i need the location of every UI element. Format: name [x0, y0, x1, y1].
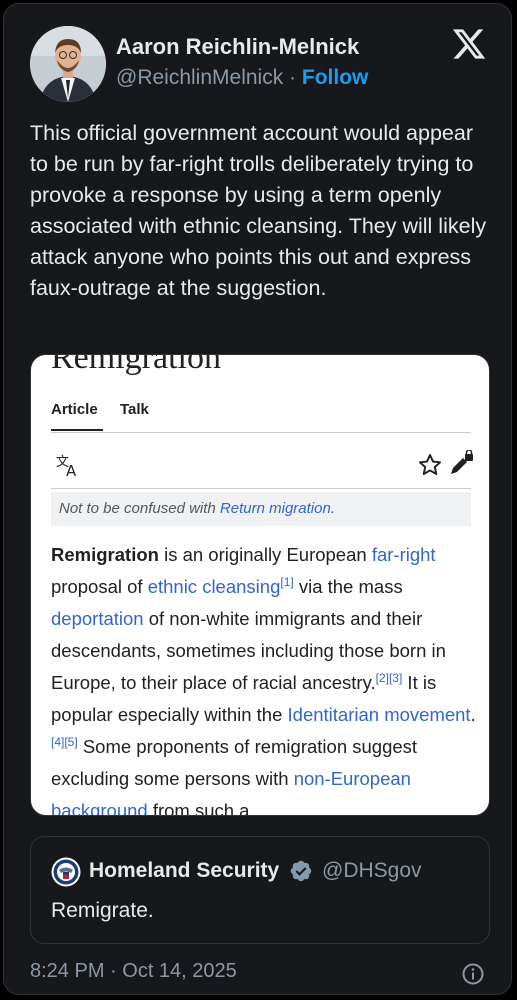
tweet-text: This official government account would a… [30, 121, 487, 300]
article-link: far-right [371, 544, 436, 565]
divider [51, 488, 471, 489]
active-tab-indicator [51, 429, 103, 431]
dhs-seal-icon [51, 857, 81, 887]
x-logo-icon[interactable] [451, 26, 487, 62]
svg-text:A: A [66, 462, 77, 479]
wiki-page-title: Remigration [51, 354, 221, 376]
author-name[interactable]: Aaron Reichlin-Melnick [116, 34, 359, 60]
tweet-timestamp[interactable]: 8:24 PM · Oct 14, 2025 [30, 960, 237, 983]
hatnote-suffix: . [330, 500, 335, 517]
citation-ref: [2][3] [375, 670, 403, 685]
article-term: Remigration [51, 544, 159, 565]
article-link: deportation [51, 608, 144, 629]
hatnote-link: Return migration [219, 500, 331, 517]
hatnote-text: Not to be confused with [59, 500, 220, 517]
quoted-tweet[interactable]: Homeland Security @DHSgov Remigrate. [30, 836, 490, 944]
tab-talk: Talk [120, 401, 149, 418]
quoted-tweet-text: Remigrate. [51, 899, 154, 922]
citation-ref: [1] [280, 574, 294, 589]
article-link: ethnic cleansing [147, 576, 281, 597]
article-text: . [470, 704, 476, 725]
citation-ref: [4][5] [51, 734, 78, 749]
tab-article: Article [51, 401, 98, 418]
avatar[interactable] [30, 26, 106, 102]
hatnote: Not to be confused with Return migration… [51, 492, 471, 526]
article-text: proposal of [51, 576, 148, 597]
author-handle[interactable]: @ReichlinMelnick [116, 66, 283, 89]
follow-button[interactable]: Follow [302, 66, 369, 89]
article-paragraph: Remigration is an originally European fa… [51, 539, 476, 816]
star-icon [418, 454, 442, 475]
divider [51, 432, 471, 433]
wiki-toolbar: 文 A [51, 445, 473, 485]
author-handle-row: @ReichlinMelnick · Follow [116, 66, 368, 90]
tweet-card: Aaron Reichlin-Melnick @ReichlinMelnick … [3, 3, 512, 995]
article-text: is an originally European [158, 544, 372, 565]
separator-dot: · [289, 66, 297, 89]
quoted-author-handle[interactable]: @DHSgov [322, 859, 422, 883]
verified-icon [290, 860, 312, 882]
attached-screenshot[interactable]: Remigration Article Talk 文 A Not to be c… [30, 354, 490, 816]
quoted-author-name[interactable]: Homeland Security [89, 859, 279, 883]
article-text: from such a [147, 800, 250, 816]
info-icon[interactable] [461, 962, 485, 986]
article-link: Identitarian movement [287, 704, 471, 725]
edit-lock-icon [451, 450, 473, 474]
article-text: via the mass [293, 576, 403, 597]
translate-icon: 文 A [56, 455, 77, 479]
